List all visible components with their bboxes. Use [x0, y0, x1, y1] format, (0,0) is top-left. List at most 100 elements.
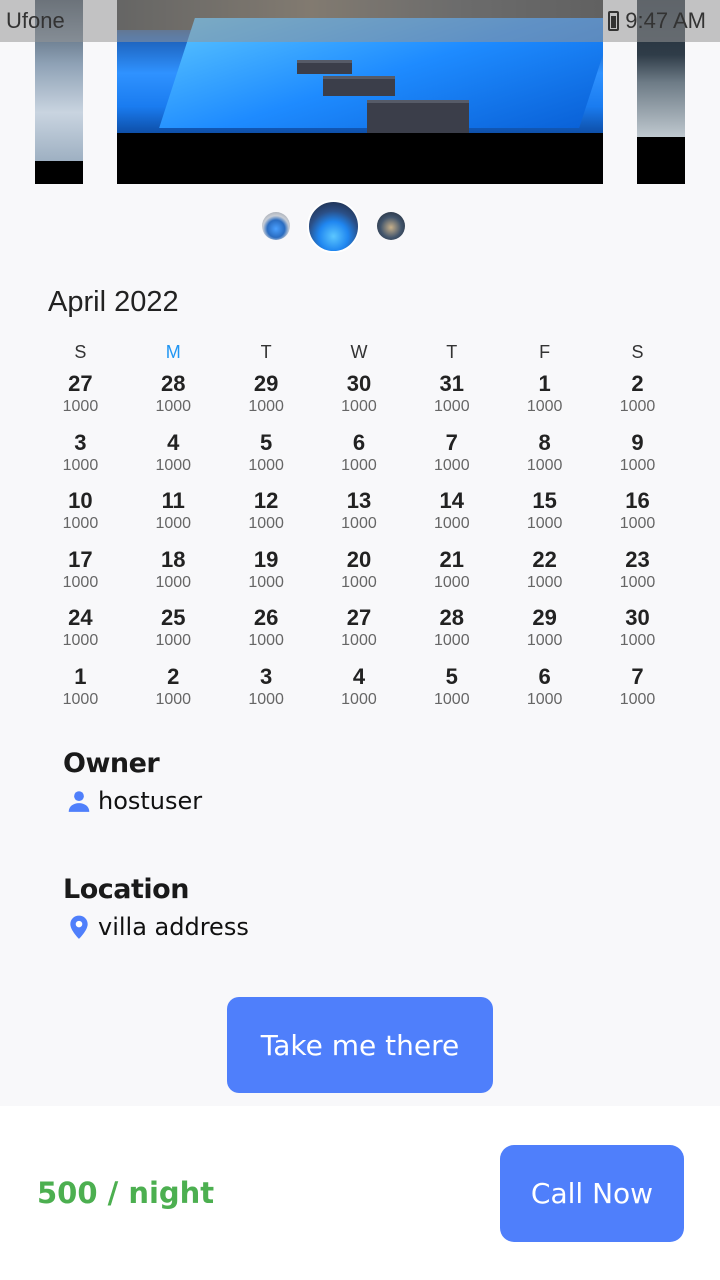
calendar-day[interactable]: 8 1000: [498, 429, 591, 488]
calendar-day[interactable]: 27 1000: [313, 604, 406, 663]
calendar-day[interactable]: 13 1000: [313, 487, 406, 546]
day-price: 1000: [526, 398, 563, 415]
owner-row: hostuser: [66, 787, 202, 815]
calendar-day[interactable]: 28 1000: [405, 604, 498, 663]
day-number: 8: [538, 429, 551, 455]
day-number: 25: [161, 605, 186, 631]
day-price: 1000: [434, 398, 470, 415]
take-me-there-button[interactable]: Take me there: [227, 997, 493, 1093]
day-number: 26: [253, 605, 279, 631]
battery-icon: [608, 11, 620, 31]
location-address: villa address: [98, 913, 249, 941]
day-number: 5: [445, 663, 458, 689]
calendar-day[interactable]: 1 1000: [498, 370, 591, 429]
calendar-day[interactable]: 10 1000: [34, 487, 127, 546]
day-price: 1000: [155, 456, 192, 474]
gallery-thumbnail-active[interactable]: [307, 200, 360, 253]
calendar-day[interactable]: 18 1000: [127, 546, 220, 605]
calendar-day[interactable]: 2 1000: [591, 370, 684, 429]
clock: 9:47 AM: [625, 8, 706, 33]
pool-step: [367, 100, 469, 133]
nightly-price: 500 / night: [37, 1176, 215, 1210]
day-number: 13: [346, 488, 372, 514]
weekday-label: T: [446, 342, 458, 362]
calendar-day[interactable]: 7 1000: [405, 429, 498, 488]
calendar-day[interactable]: 30 1000: [591, 604, 684, 663]
day-number: 28: [161, 371, 186, 396]
calendar-day[interactable]: 5 1000: [405, 663, 498, 722]
calendar-day[interactable]: 4 1000: [127, 429, 220, 488]
day-price: 1000: [62, 690, 99, 708]
calendar-day[interactable]: 26 1000: [220, 604, 313, 663]
day-number: 5: [259, 429, 273, 455]
calendar-day[interactable]: 30 1000: [313, 370, 406, 429]
gallery-thumbnail[interactable]: [377, 212, 405, 240]
day-number: 21: [439, 546, 465, 572]
calendar-day[interactable]: 11 1000: [127, 487, 220, 546]
day-price: 1000: [619, 515, 656, 533]
day-price: 1000: [62, 515, 99, 533]
calendar-day[interactable]: 14 1000: [405, 487, 498, 546]
calendar-week-row: 27 1000 28 1000 29 1000 30 1000 31 1000 1 1000 2 1000: [34, 370, 684, 429]
owner-heading: Owner: [63, 748, 160, 779]
pool-step: [297, 60, 352, 74]
day-price: 1000: [62, 632, 99, 650]
day-number: 16: [625, 488, 650, 514]
calendar-day[interactable]: 24 1000: [34, 604, 127, 663]
location-row: villa address: [66, 913, 249, 941]
day-number: 14: [439, 488, 465, 514]
day-number: 6: [538, 663, 551, 689]
day-price: 1000: [341, 632, 377, 650]
calendar-day[interactable]: 6 1000: [313, 429, 406, 488]
calendar-day[interactable]: 21 1000: [405, 546, 498, 605]
calendar-day[interactable]: 22 1000: [498, 546, 591, 605]
calendar-day[interactable]: 1 1000: [34, 663, 127, 722]
calendar-day[interactable]: 2 1000: [127, 663, 220, 722]
calendar-day[interactable]: 23 1000: [591, 546, 684, 605]
calendar-day[interactable]: 3 1000: [34, 429, 127, 488]
day-number: 7: [445, 429, 458, 455]
day-price: 1000: [248, 515, 284, 533]
calendar-day[interactable]: 3 1000: [220, 663, 313, 722]
calendar-day[interactable]: 4 1000: [313, 663, 406, 722]
day-price: 1000: [248, 456, 284, 474]
calendar-day[interactable]: 12 1000: [220, 487, 313, 546]
calendar-grid: 27 1000 28 1000 29 1000 30 1000 31 1000 1 1000 2 1000…: [34, 370, 684, 722]
calendar-day[interactable]: 28 1000: [127, 370, 220, 429]
calendar-weekday-header: SMTWTFS: [34, 342, 684, 363]
calendar-week-row: 17 1000 18 1000 19 1000 20 1000 21 1000 22 1000 23 10…: [34, 546, 684, 605]
day-price: 1000: [619, 573, 656, 591]
calendar-day[interactable]: 29 1000: [498, 604, 591, 663]
day-number: 7: [631, 663, 644, 689]
calendar-day[interactable]: 17 1000: [34, 546, 127, 605]
calendar-day[interactable]: 9 1000: [591, 429, 684, 488]
calendar-day[interactable]: 27 1000: [34, 370, 127, 429]
calendar-day[interactable]: 16 1000: [591, 487, 684, 546]
day-price: 1000: [248, 690, 284, 708]
day-number: 22: [532, 546, 557, 572]
calendar-day[interactable]: 5 1000: [220, 429, 313, 488]
day-price: 1000: [62, 398, 99, 415]
map-pin-icon: [70, 915, 88, 939]
calendar-day[interactable]: 19 1000: [220, 546, 313, 605]
weekday-label: W: [350, 342, 368, 362]
weekday-label: T: [260, 342, 272, 362]
calendar-day[interactable]: 29 1000: [220, 370, 313, 429]
carrier-label: Ufone: [6, 8, 65, 33]
day-price: 1000: [434, 632, 470, 650]
day-number: 19: [253, 546, 279, 572]
status-right: 9:47 AM: [608, 8, 706, 34]
calendar-day[interactable]: 6 1000: [498, 663, 591, 722]
calendar-day[interactable]: 31 1000: [405, 370, 498, 429]
calendar-day[interactable]: 20 1000: [313, 546, 406, 605]
day-price: 1000: [341, 573, 377, 591]
day-price: 1000: [62, 573, 99, 591]
calendar-day[interactable]: 25 1000: [127, 604, 220, 663]
calendar-day[interactable]: 7 1000: [591, 663, 684, 722]
calendar-day[interactable]: 15 1000: [498, 487, 591, 546]
call-now-button[interactable]: Call Now: [500, 1145, 684, 1242]
day-number: 12: [253, 488, 279, 514]
gallery-thumbnail[interactable]: [262, 212, 290, 240]
day-number: 29: [532, 605, 557, 631]
weekday-label: S: [631, 342, 644, 362]
